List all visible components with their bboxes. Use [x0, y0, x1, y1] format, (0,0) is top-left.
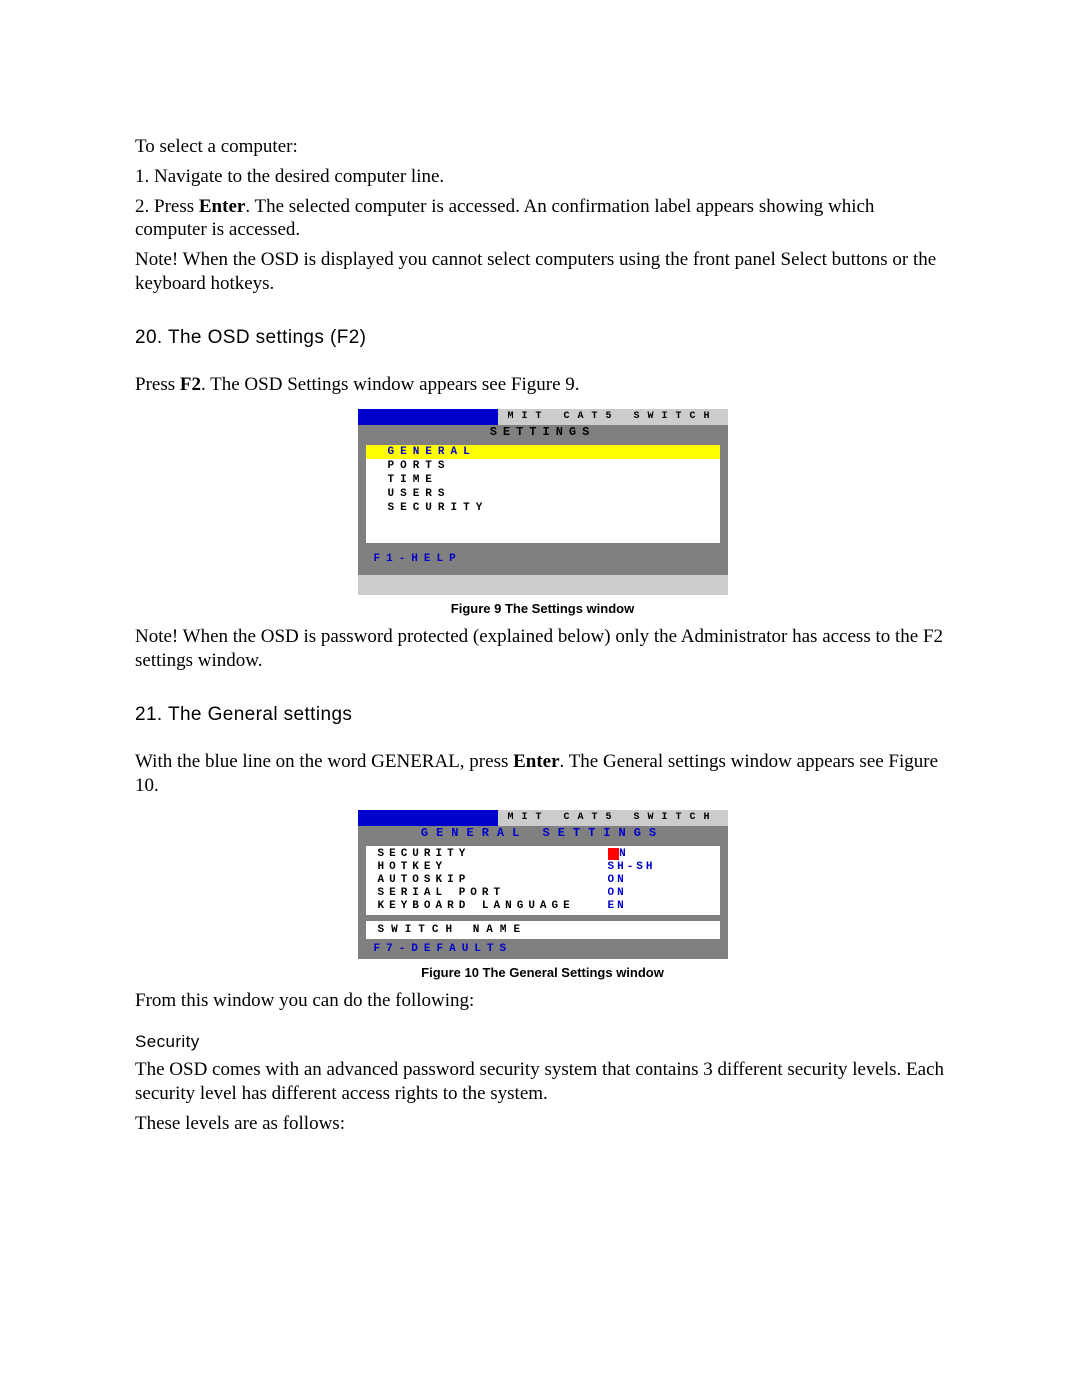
osd10-titlebar: MIT CAT5 SWITCH	[358, 810, 728, 826]
osd9-bottom-pad	[358, 571, 728, 595]
osd9-titlebar: MIT CAT5 SWITCH	[358, 409, 728, 425]
section21-paragraph: With the blue line on the word GENERAL, …	[135, 750, 950, 798]
osd10-row-security: SECURITY ON	[366, 848, 720, 861]
figure-9-osd-settings: MIT CAT5 SWITCH SETTINGS GENERAL PORTS T…	[358, 409, 728, 595]
osd9-subtitle: SETTINGS	[358, 425, 728, 439]
figure-10-caption: Figure 10 The General Settings window	[135, 965, 950, 981]
osd9-title-blue	[358, 409, 498, 425]
osd10-row-autoskip: AUTOSKIP ON	[366, 874, 720, 887]
osd10-row-hotkey: HOTKEY SH-SH	[366, 861, 720, 874]
heading-21: 21. The General settings	[135, 703, 950, 727]
figure-10-general-settings: MIT CAT5 SWITCH GENERAL SETTINGS SECURIT…	[358, 810, 728, 959]
osd10-defaults-line: F7-DEFAULTS	[358, 939, 728, 959]
osd9-item-ports: PORTS	[366, 459, 720, 473]
heading-20: 20. The OSD settings (F2)	[135, 326, 950, 350]
step-1: 1. Navigate to the desired computer line…	[135, 165, 950, 189]
osd9-title-text: MIT CAT5 SWITCH	[498, 409, 728, 425]
osd9-list-filler	[366, 515, 720, 543]
osd10-row-serial-port: SERIAL PORT ON	[366, 887, 720, 900]
osd9-item-time: TIME	[366, 473, 720, 487]
osd9-menu-list: GENERAL PORTS TIME USERS SECURITY	[366, 445, 720, 543]
osd10-row-keyboard-language: KEYBOARD LANGUAGE EN	[366, 900, 720, 913]
document-page: To select a computer: 1. Navigate to the…	[0, 0, 1080, 1397]
section20-note: Note! When the OSD is password protected…	[135, 625, 950, 673]
section21-after: From this window you can do the followin…	[135, 989, 950, 1013]
figure-9-caption: Figure 9 The Settings window	[135, 601, 950, 617]
osd9-item-users: USERS	[366, 487, 720, 501]
osd10-subtitle: GENERAL SETTINGS	[358, 826, 728, 840]
osd9-help-line: F1-HELP	[358, 549, 728, 571]
osd10-rows: SECURITY ON HOTKEY SH-SH AUTOSKIP ON SER…	[366, 846, 720, 915]
security-subheading: Security	[135, 1031, 950, 1052]
step-2: 2. Press Enter. The selected computer is…	[135, 195, 950, 243]
osd9-item-general: GENERAL	[366, 445, 720, 459]
osd10-title-text: MIT CAT5 SWITCH	[498, 810, 728, 826]
levels-intro: These levels are as follows:	[135, 1112, 950, 1136]
intro-note: Note! When the OSD is displayed you cann…	[135, 248, 950, 296]
osd10-switch-name: SWITCH NAME	[366, 921, 720, 939]
intro-line: To select a computer:	[135, 135, 950, 159]
section20-paragraph: Press F2. The OSD Settings window appear…	[135, 373, 950, 397]
security-body: The OSD comes with an advanced password …	[135, 1058, 950, 1106]
osd10-title-blue	[358, 810, 498, 826]
osd9-item-security: SECURITY	[366, 501, 720, 515]
